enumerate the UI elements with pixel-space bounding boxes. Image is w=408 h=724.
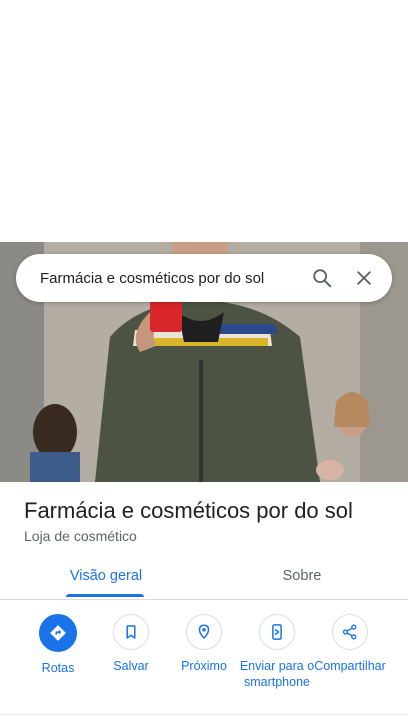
place-title: Farmácia e cosméticos por do sol (24, 498, 353, 523)
directions-icon[interactable] (39, 614, 77, 652)
send-to-phone-icon[interactable] (259, 614, 295, 650)
search-icon[interactable] (304, 260, 340, 296)
nearby-label: Próximo (181, 659, 227, 673)
share-label: Compartilhar (314, 659, 386, 673)
tab-overview[interactable]: Visão geral (48, 556, 164, 596)
tab-active-indicator (66, 594, 144, 597)
close-icon[interactable] (346, 260, 382, 296)
share-icon[interactable] (332, 614, 368, 650)
tab-about[interactable]: Sobre (244, 556, 360, 596)
share-button[interactable]: Compartilhar (312, 614, 388, 674)
action-row: Rotas Salvar Próximo Enviar para o smart… (0, 614, 408, 714)
directions-button[interactable]: Rotas (20, 614, 96, 676)
divider (0, 714, 408, 715)
bookmark-icon[interactable] (113, 614, 149, 650)
search-bar[interactable]: Farmácia e cosméticos por do sol (16, 254, 392, 302)
nearby-icon[interactable] (186, 614, 222, 650)
nearby-button[interactable]: Próximo (166, 614, 242, 674)
send-to-phone-button[interactable]: Enviar para o smartphone (239, 614, 315, 690)
save-label: Salvar (113, 659, 149, 673)
directions-label: Rotas (41, 661, 75, 675)
tab-bar: Visão geral Sobre (0, 556, 408, 600)
search-input[interactable]: Farmácia e cosméticos por do sol (40, 270, 298, 287)
send-to-phone-label: Enviar para o smartphone (239, 659, 315, 689)
place-category: Loja de cosmético (24, 528, 137, 544)
save-button[interactable]: Salvar (93, 614, 169, 674)
top-blank-area (0, 0, 408, 242)
